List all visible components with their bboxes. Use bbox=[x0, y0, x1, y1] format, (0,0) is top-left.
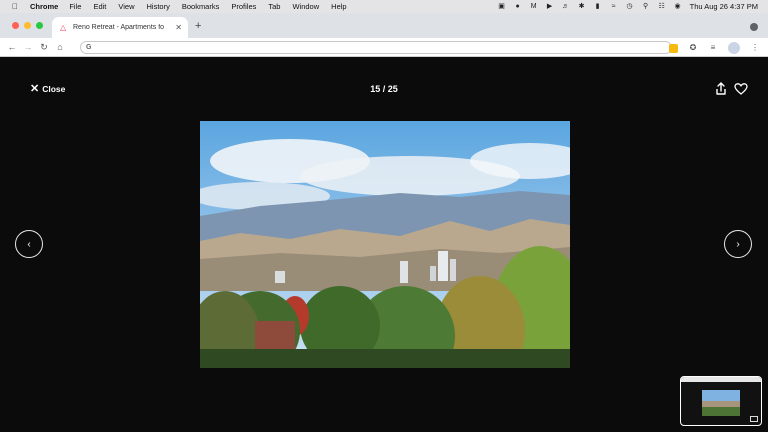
menu-edit[interactable]: Edit bbox=[93, 2, 106, 11]
menu-app-name[interactable]: Chrome bbox=[30, 2, 58, 11]
main-photo bbox=[200, 121, 570, 368]
menu-profiles[interactable]: Profiles bbox=[231, 2, 256, 11]
share-icon[interactable] bbox=[714, 82, 728, 96]
clock-icon[interactable]: ◷ bbox=[626, 3, 634, 10]
volume-icon[interactable]: ♬ bbox=[562, 3, 570, 10]
close-label: Close bbox=[42, 84, 66, 94]
kebab-menu-icon[interactable]: ⋮ bbox=[750, 43, 760, 53]
photo-counter: 15 / 25 bbox=[370, 84, 398, 94]
new-tab-button[interactable]: + bbox=[195, 21, 201, 32]
play-icon[interactable]: ▶ bbox=[546, 3, 554, 10]
previous-photo-button[interactable]: ‹ bbox=[15, 230, 43, 258]
menubar-datetime[interactable]: Thu Aug 26 4:37 PM bbox=[690, 2, 758, 11]
siri-icon[interactable]: ◉ bbox=[674, 3, 682, 10]
address-bar[interactable]: G bbox=[80, 41, 672, 54]
window-zoom-button[interactable] bbox=[36, 22, 43, 29]
close-icon: ✕ bbox=[30, 83, 40, 95]
thumbnail-expand-icon bbox=[750, 416, 758, 422]
chevron-left-icon: ‹ bbox=[27, 238, 31, 250]
macos-menu-bar:  Chrome File Edit View History Bookmark… bbox=[0, 0, 768, 13]
bluetooth-icon[interactable]: ✱ bbox=[578, 3, 586, 10]
apple-icon[interactable]:  bbox=[12, 2, 22, 11]
forward-icon[interactable]: → bbox=[20, 42, 36, 52]
tab-search-icon[interactable] bbox=[750, 23, 758, 31]
puzzle-icon[interactable]: ✪ bbox=[688, 43, 698, 53]
window-minimize-button[interactable] bbox=[24, 22, 31, 29]
menu-bookmarks[interactable]: Bookmarks bbox=[182, 2, 220, 11]
browser-toolbar: ← → ↻ ⌂ G ✪ ≡ ⋮ bbox=[0, 38, 768, 57]
thumbnail-toolbar bbox=[681, 377, 761, 382]
menu-view[interactable]: View bbox=[118, 2, 134, 11]
tab-strip: △ Reno Retreat - Apartments fo ✕ + bbox=[0, 13, 768, 38]
thumbnail-photo bbox=[702, 390, 740, 416]
heart-icon[interactable] bbox=[734, 82, 748, 96]
status-icons: ▣ ● M ▶ ♬ ✱ ▮ ≈ ◷ ⚲ ☷ ◉ Thu Aug 26 4:37 … bbox=[498, 2, 758, 11]
reading-list-icon[interactable]: ≡ bbox=[708, 43, 718, 53]
wifi-icon[interactable]: ≈ bbox=[610, 3, 618, 10]
battery-icon[interactable]: ▮ bbox=[594, 3, 602, 10]
google-icon: G bbox=[86, 44, 92, 51]
gmail-icon[interactable]: M bbox=[530, 3, 538, 10]
menu-file[interactable]: File bbox=[69, 2, 81, 11]
control-center-icon[interactable]: ☷ bbox=[658, 3, 666, 10]
menu-history[interactable]: History bbox=[147, 2, 170, 11]
reload-icon[interactable]: ↻ bbox=[36, 42, 52, 53]
tab-close-icon[interactable]: ✕ bbox=[175, 23, 182, 32]
close-button[interactable]: ✕ Close bbox=[30, 83, 66, 95]
back-icon[interactable]: ← bbox=[4, 42, 20, 52]
photo-viewer: ✕ Close 15 / 25 ‹ › bbox=[0, 58, 768, 432]
gallery-thumbnail[interactable] bbox=[680, 376, 762, 426]
tab-title: Reno Retreat - Apartments fo bbox=[73, 24, 165, 31]
extension-icon[interactable] bbox=[669, 43, 678, 53]
menu-help[interactable]: Help bbox=[331, 2, 346, 11]
toolbar-right: ✪ ≡ ⋮ bbox=[669, 42, 760, 54]
airbnb-favicon-icon: △ bbox=[60, 22, 67, 32]
next-photo-button[interactable]: › bbox=[724, 230, 752, 258]
window-close-button[interactable] bbox=[12, 22, 19, 29]
menu-tab[interactable]: Tab bbox=[268, 2, 280, 11]
home-icon[interactable]: ⌂ bbox=[52, 42, 68, 52]
tab-active[interactable]: △ Reno Retreat - Apartments fo ✕ bbox=[52, 17, 188, 38]
address-input[interactable] bbox=[95, 44, 656, 51]
spotlight-icon[interactable]: ⚲ bbox=[642, 3, 650, 10]
chevron-right-icon: › bbox=[736, 238, 740, 250]
screen-record-icon[interactable]: ▣ bbox=[498, 3, 506, 10]
menu-window[interactable]: Window bbox=[292, 2, 319, 11]
profile-avatar[interactable] bbox=[728, 42, 740, 54]
wechat-icon[interactable]: ● bbox=[514, 3, 522, 10]
